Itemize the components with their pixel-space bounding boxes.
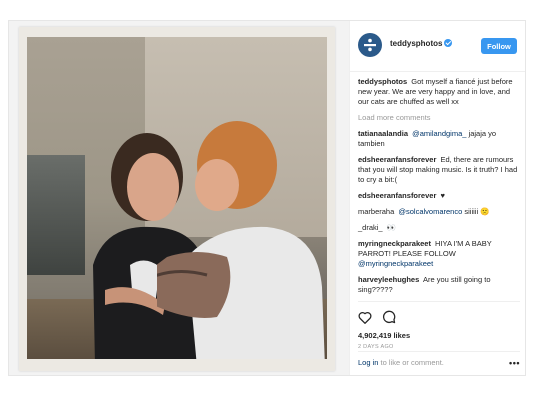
post-actions: 4,902,419 likes 2 DAYS AGO bbox=[358, 301, 520, 350]
post-timestamp[interactable]: 2 DAYS AGO bbox=[358, 344, 520, 350]
divide-logo-icon bbox=[364, 38, 376, 52]
comment-login-bar: Log in to like or comment. ••• bbox=[358, 351, 520, 374]
caption-username[interactable]: teddysphotos bbox=[358, 77, 407, 86]
load-more-comments-link[interactable]: Load more comments bbox=[358, 113, 520, 123]
comment-text: 👀 bbox=[386, 223, 397, 232]
comment-text: ♥ bbox=[440, 191, 445, 200]
comment-item: tatianaalandia @amilandgima_ jajaja yo t… bbox=[358, 129, 520, 149]
photo-person-man bbox=[157, 121, 325, 359]
comments-list: teddysphotos Got myself a fiancé just be… bbox=[358, 77, 520, 301]
comment-item: _draki_ 👀 bbox=[358, 223, 520, 233]
post-header: teddysphotos Follow bbox=[350, 21, 525, 72]
comment-item: edsheeranfansforever ♥ bbox=[358, 191, 520, 201]
comment-mention[interactable]: @solcalvomarenco bbox=[398, 207, 462, 216]
header-username[interactable]: teddysphotos bbox=[390, 39, 453, 48]
login-link[interactable]: Log in bbox=[358, 358, 378, 367]
comment-icon[interactable] bbox=[382, 310, 396, 324]
caption: teddysphotos Got myself a fiancé just be… bbox=[358, 77, 520, 107]
comment-text: siiiiii 🙁 bbox=[464, 207, 490, 216]
polaroid-frame bbox=[19, 27, 335, 371]
more-options-icon[interactable]: ••• bbox=[509, 358, 520, 368]
post-photo[interactable] bbox=[27, 37, 327, 359]
comment-item: myringneckparakeet HIYA I'M A BABY PARRO… bbox=[358, 239, 520, 269]
comment-username[interactable]: edsheeranfansforever bbox=[358, 155, 436, 164]
comment-username[interactable]: marberaha bbox=[358, 207, 394, 216]
comment-username[interactable]: tatianaalandia bbox=[358, 129, 408, 138]
heart-icon[interactable] bbox=[358, 311, 372, 324]
comment-username[interactable]: harveyleehughes bbox=[358, 275, 419, 284]
post-sidebar: teddysphotos Follow teddysphotos Got mys… bbox=[349, 21, 525, 375]
action-icons bbox=[358, 310, 520, 324]
login-prompt-text: to like or comment. bbox=[380, 358, 444, 367]
comment-item: harveyleehughes Are you still going to s… bbox=[358, 275, 520, 295]
post-photo-area bbox=[9, 21, 349, 375]
follow-button[interactable]: Follow bbox=[481, 38, 517, 54]
comment-item: marberaha @solcalvomarenco siiiiii 🙁 bbox=[358, 207, 520, 217]
header-username-text[interactable]: teddysphotos bbox=[390, 39, 442, 48]
instagram-post-window: teddysphotos Follow teddysphotos Got mys… bbox=[8, 20, 526, 376]
verified-badge-icon bbox=[444, 39, 453, 47]
comment-username[interactable]: _draki_ bbox=[358, 223, 383, 232]
comment-mention[interactable]: @amilandgima_ bbox=[412, 129, 466, 138]
comment-username[interactable]: edsheeranfansforever bbox=[358, 191, 436, 200]
avatar[interactable] bbox=[358, 33, 382, 57]
comment-item: edsheeranfansforever Ed, there are rumou… bbox=[358, 155, 520, 185]
comment-username[interactable]: myringneckparakeet bbox=[358, 239, 431, 248]
comment-mention[interactable]: @myringneckparakeet bbox=[358, 259, 433, 268]
likes-count[interactable]: 4,902,419 likes bbox=[358, 331, 520, 340]
